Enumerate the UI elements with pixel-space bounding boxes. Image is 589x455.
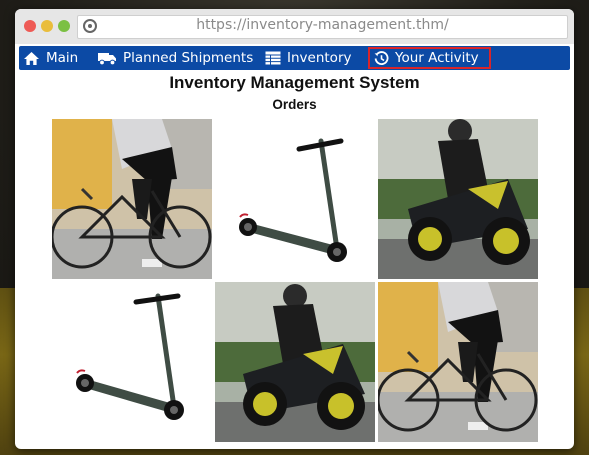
main-navbar: Main Planned Shipments Inventory Your Ac… [19, 46, 570, 70]
nav-your-activity-label: Your Activity [395, 50, 479, 66]
nav-planned-shipments[interactable]: Planned Shipments [97, 46, 253, 70]
order-image-electric-scooter[interactable] [52, 282, 212, 442]
nav-main[interactable]: Main [23, 46, 78, 70]
url-text[interactable]: https://inventory-management.thm/ [78, 17, 567, 33]
browser-titlebar: https://inventory-management.thm/ [15, 9, 574, 44]
order-image-motorcycle[interactable] [215, 282, 375, 442]
order-image-bicycle[interactable] [378, 282, 538, 442]
nav-inventory-label: Inventory [287, 50, 352, 66]
page-title: Inventory Management System [169, 73, 420, 92]
nav-main-label: Main [46, 50, 79, 66]
home-icon [24, 51, 39, 65]
history-icon [374, 50, 389, 65]
close-window-button[interactable] [24, 20, 36, 32]
maximize-window-button[interactable] [58, 20, 70, 32]
table-icon [265, 51, 281, 65]
browser-window: https://inventory-management.thm/ Main P… [15, 9, 574, 449]
minimize-window-button[interactable] [41, 20, 53, 32]
order-image-motorcycle[interactable] [378, 119, 538, 279]
address-bar[interactable]: https://inventory-management.thm/ [77, 15, 568, 39]
nav-planned-shipments-label: Planned Shipments [123, 50, 254, 66]
truck-icon [98, 52, 116, 65]
nav-inventory[interactable]: Inventory [265, 46, 351, 70]
orders-heading: Orders [272, 97, 317, 112]
order-image-bicycle[interactable] [52, 119, 212, 279]
order-image-electric-scooter[interactable] [215, 119, 375, 279]
nav-your-activity[interactable]: Your Activity [368, 47, 491, 69]
